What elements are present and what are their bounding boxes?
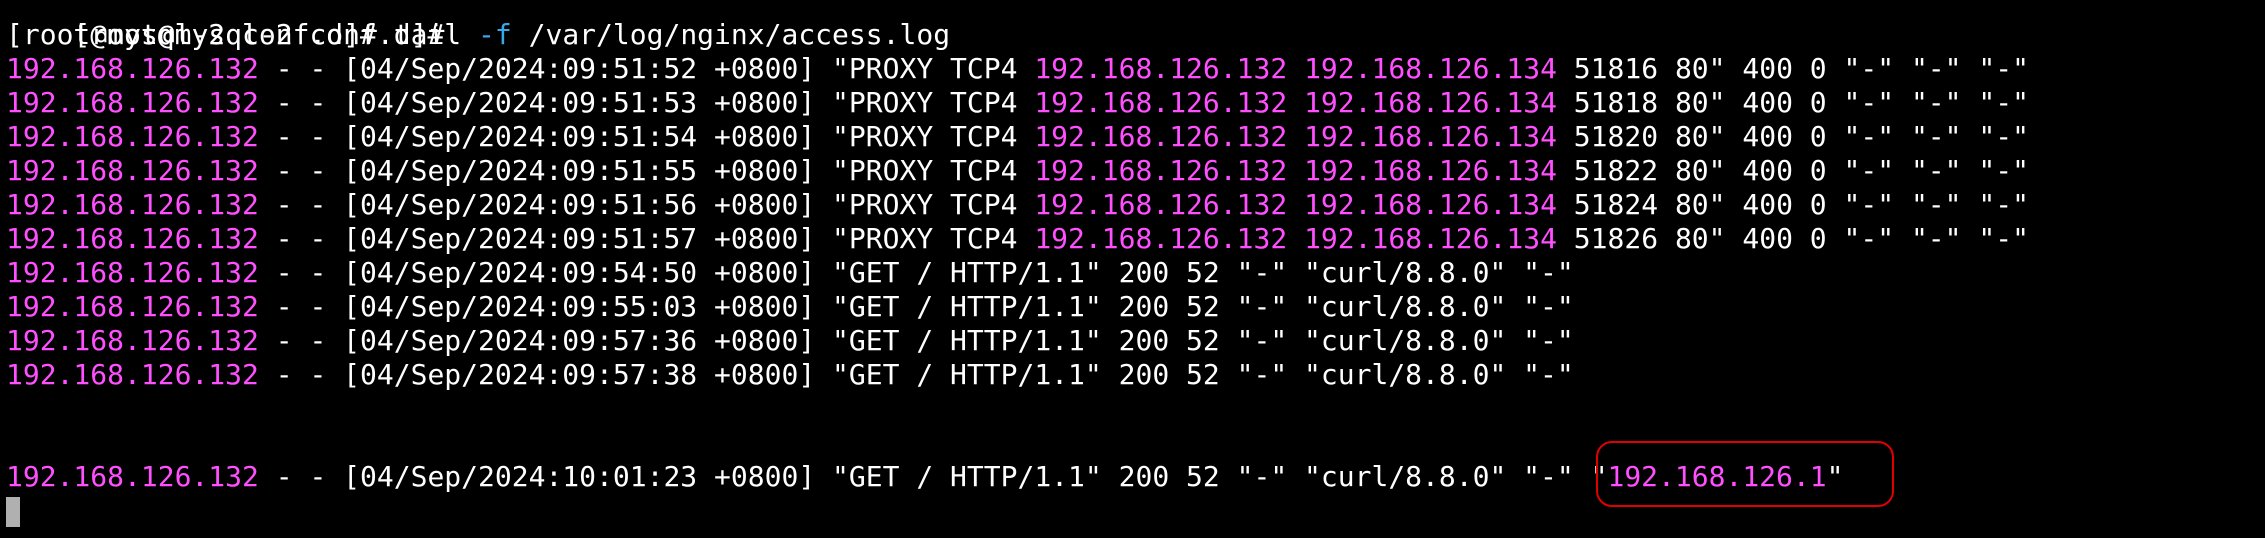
terminal-cursor[interactable]	[6, 497, 20, 527]
log-text: - - [04/Sep/2024:09:54:50 +0800] "GET / …	[258, 256, 1574, 289]
source-ip: 192.168.126.132	[1034, 52, 1288, 85]
client-ip: 192.168.126.132	[6, 52, 259, 85]
command-line: [root@mysql-2 conf.d]# tail -f /var/log/…	[6, 18, 2265, 52]
log-text: - - [04/Sep/2024:09:51:57 +0800] "PROXY …	[258, 222, 1035, 255]
log-line-proxy: 192.168.126.132 - - [04/Sep/2024:09:51:5…	[6, 188, 2265, 222]
destination-ip: 192.168.126.134	[1304, 86, 1557, 119]
log-text: 51826 80" 400 0 "-" "-" "-"	[1556, 222, 2029, 255]
log-text: 51824 80" 400 0 "-" "-" "-"	[1556, 188, 2029, 221]
forwarded-ip-highlight	[1596, 441, 1894, 507]
cursor-line	[6, 494, 2265, 528]
log-line-proxy: 192.168.126.132 - - [04/Sep/2024:09:51:5…	[6, 222, 2265, 256]
log-text: - - [04/Sep/2024:09:55:03 +0800] "GET / …	[258, 290, 1574, 323]
log-text: 51822 80" 400 0 "-" "-" "-"	[1556, 154, 2029, 187]
log-text: - - [04/Sep/2024:09:51:55 +0800] "PROXY …	[258, 154, 1035, 187]
log-text: - - [04/Sep/2024:09:51:52 +0800] "PROXY …	[258, 52, 1035, 85]
log-line-get-forwarded: 192.168.126.132 - - [04/Sep/2024:10:01:2…	[6, 460, 2265, 494]
terminal-output[interactable]: [root@mysql-2 conf.d]# [root@mysql-2 con…	[6, 0, 2265, 528]
log-line-proxy: 192.168.126.132 - - [04/Sep/2024:09:51:5…	[6, 120, 2265, 154]
client-ip: 192.168.126.132	[6, 86, 259, 119]
destination-ip: 192.168.126.134	[1304, 222, 1557, 255]
command-name: tail	[393, 18, 462, 51]
client-ip: 192.168.126.132	[6, 460, 259, 493]
log-text: - - [04/Sep/2024:09:51:56 +0800] "PROXY …	[258, 188, 1035, 221]
command-flag: -f	[478, 18, 512, 51]
source-ip: 192.168.126.132	[1034, 188, 1288, 221]
prompt-text: [root@mysql-2 conf.d]#	[6, 18, 377, 51]
log-line-proxy: 192.168.126.132 - - [04/Sep/2024:09:51:5…	[6, 86, 2265, 120]
log-line-get: 192.168.126.132 - - [04/Sep/2024:09:57:3…	[6, 324, 2265, 358]
log-text: 51816 80" 400 0 "-" "-" "-"	[1556, 52, 2029, 85]
log-line-proxy: 192.168.126.132 - - [04/Sep/2024:09:51:5…	[6, 52, 2265, 86]
client-ip: 192.168.126.132	[6, 154, 259, 187]
log-text: - - [04/Sep/2024:09:51:53 +0800] "PROXY …	[258, 86, 1035, 119]
client-ip: 192.168.126.132	[6, 120, 259, 153]
source-ip: 192.168.126.132	[1034, 120, 1288, 153]
command-path: /var/log/nginx/access.log	[528, 18, 951, 51]
client-ip: 192.168.126.132	[6, 290, 259, 323]
log-text: - - [04/Sep/2024:09:51:54 +0800] "PROXY …	[258, 120, 1035, 153]
log-line-get: 192.168.126.132 - - [04/Sep/2024:09:54:5…	[6, 256, 2265, 290]
client-ip: 192.168.126.132	[6, 188, 259, 221]
destination-ip: 192.168.126.134	[1304, 52, 1557, 85]
source-ip: 192.168.126.132	[1034, 154, 1288, 187]
source-ip: 192.168.126.132	[1034, 222, 1288, 255]
client-ip: 192.168.126.132	[6, 358, 259, 391]
destination-ip: 192.168.126.134	[1304, 188, 1557, 221]
log-text: 51820 80" 400 0 "-" "-" "-"	[1556, 120, 2029, 153]
log-line-get: 192.168.126.132 - - [04/Sep/2024:09:57:3…	[6, 358, 2265, 392]
log-line-proxy: 192.168.126.132 - - [04/Sep/2024:09:51:5…	[6, 154, 2265, 188]
log-text: - - [04/Sep/2024:09:57:36 +0800] "GET / …	[258, 324, 1574, 357]
log-text: 51818 80" 400 0 "-" "-" "-"	[1556, 86, 2029, 119]
client-ip: 192.168.126.132	[6, 324, 259, 357]
source-ip: 192.168.126.132	[1034, 86, 1288, 119]
destination-ip: 192.168.126.134	[1304, 120, 1557, 153]
log-text: - - [04/Sep/2024:09:57:38 +0800] "GET / …	[258, 358, 1574, 391]
log-line-get: 192.168.126.132 - - [04/Sep/2024:09:55:0…	[6, 290, 2265, 324]
client-ip: 192.168.126.132	[6, 222, 259, 255]
previous-prompt-line: [root@mysql-2 conf.d]#	[6, 0, 2265, 51]
destination-ip: 192.168.126.134	[1304, 154, 1557, 187]
client-ip: 192.168.126.132	[6, 256, 259, 289]
log-text: - - [04/Sep/2024:10:01:23 +0800] "GET / …	[258, 460, 1608, 493]
